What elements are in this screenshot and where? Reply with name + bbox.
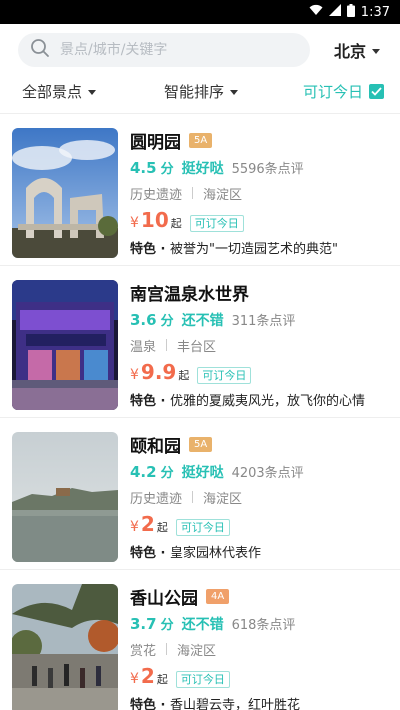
attraction-name: 香山公园	[130, 588, 198, 609]
attraction-name: 颐和园	[130, 436, 181, 457]
filter-sort[interactable]: 智能排序	[164, 81, 239, 102]
attraction-name: 南宫温泉水世界	[130, 284, 249, 305]
district: 海淀区	[203, 491, 243, 507]
district: 丰台区	[177, 339, 217, 355]
filter-all-scenic[interactable]: 全部景点	[22, 81, 97, 102]
feature-text: 特色 · 皇家园林代表作	[130, 542, 388, 561]
currency-symbol: ¥	[130, 519, 139, 535]
rating-unit: 分	[160, 162, 174, 177]
review-count: 4203条点评	[231, 466, 304, 481]
price-from: 起	[156, 673, 168, 686]
currency-symbol: ¥	[130, 367, 139, 383]
filter-bookable-today[interactable]: 可订今日	[303, 81, 384, 102]
wifi-icon	[309, 4, 323, 20]
filter-bar: 全部景点 智能排序 可订今日	[0, 70, 400, 114]
rating-unit: 分	[160, 466, 174, 481]
search-input[interactable]	[60, 42, 280, 58]
review-count: 311条点评	[231, 314, 296, 329]
level-badge: 4A	[206, 588, 230, 604]
bookable-today-tag: 可订今日	[197, 367, 252, 384]
list-item[interactable]: 香山公园 4A 3.7 分 还不错 618条点评 赏花 海淀区 ¥ 2 起 可订今…	[0, 570, 400, 710]
feature-desc: 皇家园林代表作	[170, 546, 262, 561]
chevron-down-icon	[88, 90, 97, 95]
city-label: 北京	[333, 42, 366, 61]
filter-today-label: 可订今日	[302, 83, 363, 101]
category: 温泉	[130, 339, 157, 355]
category: 赏花	[130, 643, 157, 659]
rating-text: 挺好哒	[181, 161, 224, 177]
rating-score: 3.7	[130, 615, 157, 633]
rating-unit: 分	[160, 618, 174, 633]
district: 海淀区	[177, 643, 217, 659]
filter-all-label: 全部景点	[22, 83, 83, 101]
list-item[interactable]: 南宫温泉水世界 3.6 分 还不错 311条点评 温泉 丰台区 ¥ 9.9 起 可…	[0, 266, 400, 418]
rating-score: 4.2	[130, 463, 157, 481]
price: 9.9	[140, 360, 177, 384]
rating-text: 挺好哒	[181, 465, 224, 481]
review-count: 618条点评	[231, 618, 296, 633]
rating-text: 还不错	[181, 313, 224, 329]
price: 10	[140, 208, 169, 232]
currency-symbol: ¥	[130, 215, 139, 231]
feature-desc: 被誉为"一切造园艺术的典范"	[170, 242, 338, 257]
list-item[interactable]: 圆明园 5A 4.5 分 挺好哒 5596条点评 历史遗迹 海淀区 ¥ 10 起 …	[0, 114, 400, 266]
price: 2	[140, 512, 155, 536]
price: 2	[140, 664, 155, 688]
category: 历史遗迹	[130, 491, 183, 507]
level-badge: 5A	[189, 132, 213, 148]
currency-symbol: ¥	[130, 671, 139, 687]
bookable-today-tag: 可订今日	[175, 671, 230, 688]
rating-text: 还不错	[181, 617, 224, 633]
price-from: 起	[170, 217, 182, 230]
price-from: 起	[178, 369, 190, 382]
status-bar: 1:37	[0, 0, 400, 24]
category: 历史遗迹	[130, 187, 183, 203]
attraction-photo	[12, 128, 118, 258]
divider	[166, 643, 168, 655]
feature-label: 特色 ·	[130, 394, 170, 409]
search-row: 北京	[0, 24, 400, 70]
attraction-photo	[12, 584, 118, 710]
feature-label: 特色 ·	[130, 698, 170, 710]
attraction-photo	[12, 432, 118, 562]
feature-text: 特色 · 优雅的夏威夷风光，放飞你的心情	[130, 390, 388, 409]
bookable-today-tag: 可订今日	[175, 519, 230, 536]
feature-text: 特色 · 被誉为"一切造园艺术的典范"	[130, 238, 388, 257]
divider	[192, 187, 194, 199]
level-badge: 5A	[189, 436, 213, 452]
feature-text: 特色 · 香山碧云寺，红叶胜花	[130, 694, 388, 710]
chevron-down-icon	[372, 48, 380, 54]
rating-score: 3.6	[130, 311, 157, 329]
feature-desc: 优雅的夏威夷风光，放飞你的心情	[170, 394, 366, 409]
rating-unit: 分	[160, 314, 174, 329]
divider	[166, 339, 168, 351]
feature-desc: 香山碧云寺，红叶胜花	[170, 698, 301, 710]
feature-label: 特色 ·	[130, 546, 170, 561]
list-item[interactable]: 颐和园 5A 4.2 分 挺好哒 4203条点评 历史遗迹 海淀区 ¥ 2 起 可…	[0, 418, 400, 570]
filter-sort-label: 智能排序	[164, 83, 225, 101]
signal-icon	[328, 4, 341, 20]
divider	[192, 491, 194, 503]
city-selector[interactable]: 北京	[334, 38, 380, 62]
search-icon	[30, 38, 50, 62]
search-box[interactable]	[18, 33, 310, 67]
attraction-name: 圆明园	[130, 132, 181, 153]
attraction-list: 圆明园 5A 4.5 分 挺好哒 5596条点评 历史遗迹 海淀区 ¥ 10 起 …	[0, 114, 400, 710]
rating-score: 4.5	[130, 159, 157, 177]
bookable-today-tag: 可订今日	[189, 215, 244, 232]
review-count: 5596条点评	[231, 162, 304, 177]
district: 海淀区	[203, 187, 243, 203]
attraction-photo	[12, 280, 118, 410]
status-time: 1:37	[360, 4, 390, 20]
feature-label: 特色 ·	[130, 242, 170, 257]
chevron-down-icon	[230, 90, 239, 95]
price-from: 起	[156, 521, 168, 534]
battery-icon	[346, 3, 355, 21]
checkbox-checked-icon[interactable]	[369, 84, 384, 99]
